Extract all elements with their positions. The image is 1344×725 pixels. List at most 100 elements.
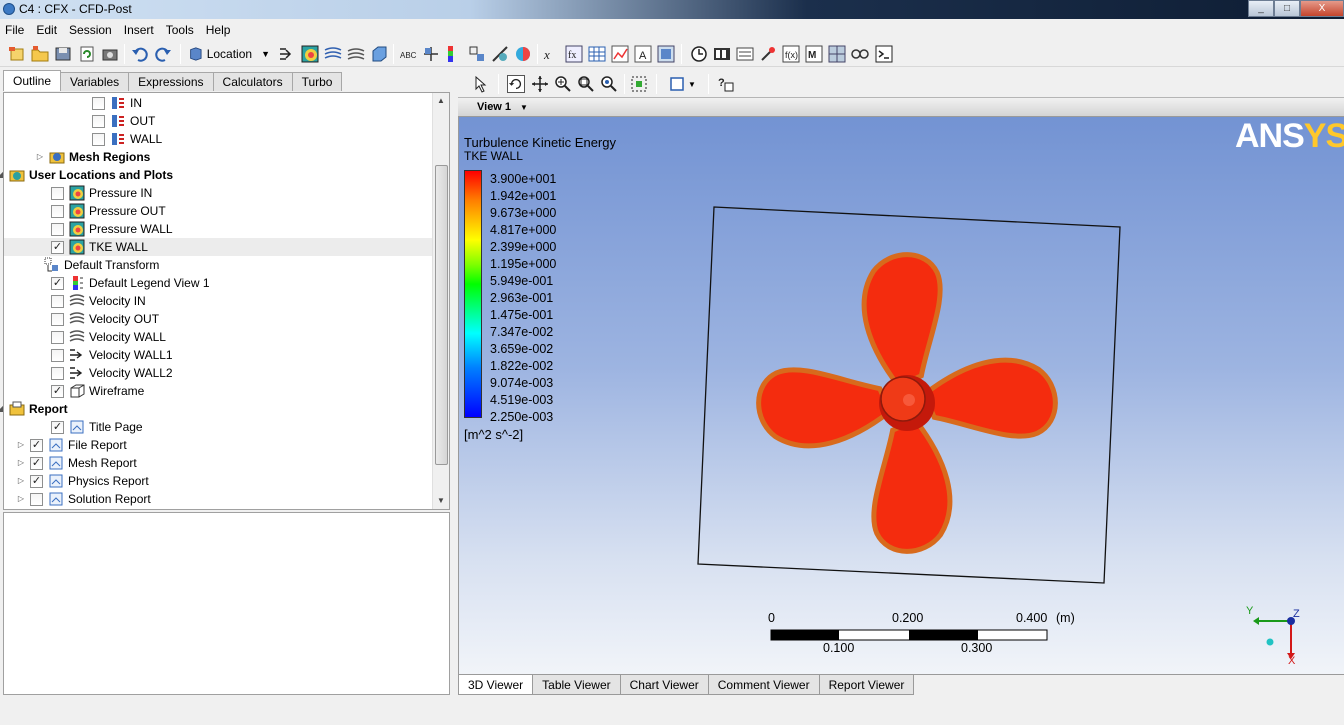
visibility-checkbox[interactable]: ✓ — [30, 438, 43, 452]
view-selector[interactable]: View 1 ▼ — [458, 97, 1344, 117]
contour-icon[interactable] — [301, 45, 319, 63]
visibility-checkbox[interactable] — [92, 96, 105, 110]
tree-item[interactable]: ▷ ✓ Mesh Report — [4, 454, 432, 472]
tab-table-viewer[interactable]: Table Viewer — [532, 675, 621, 695]
tree-item[interactable]: ◢ Report — [0, 400, 432, 418]
tree-item[interactable]: Velocity IN — [4, 292, 432, 310]
tree-item[interactable]: ◢ User Locations and Plots — [0, 166, 432, 184]
tree-item[interactable]: ▷ Mesh Regions — [4, 148, 432, 166]
variable-icon[interactable]: x — [542, 45, 560, 63]
zoom-icon[interactable] — [554, 75, 572, 93]
tree-item[interactable]: Default Transform — [4, 256, 432, 274]
command-editor-icon[interactable] — [875, 45, 893, 63]
location-dropdown[interactable]: Location ▼ — [188, 44, 270, 64]
menu-edit[interactable]: Edit — [31, 20, 64, 40]
collapse-icon[interactable]: ◢ — [0, 404, 5, 414]
clip-plane-icon[interactable] — [491, 45, 509, 63]
tree-item[interactable]: Pressure OUT — [4, 202, 432, 220]
layout-chevron-down-icon[interactable]: ▼ — [688, 80, 696, 89]
table-icon[interactable] — [588, 45, 606, 63]
visibility-checkbox[interactable] — [51, 204, 64, 218]
chart-icon[interactable] — [611, 45, 629, 63]
tab-comment-viewer[interactable]: Comment Viewer — [707, 675, 820, 695]
redo-icon[interactable] — [154, 45, 172, 63]
help-icon[interactable]: ? — [717, 75, 735, 93]
pan-icon[interactable] — [531, 75, 549, 93]
probe-icon[interactable] — [759, 45, 777, 63]
expand-icon[interactable]: ▷ — [16, 494, 26, 504]
scroll-thumb[interactable] — [435, 165, 448, 465]
menu-session[interactable]: Session — [64, 20, 119, 40]
visibility-checkbox[interactable] — [51, 312, 64, 326]
tree-item[interactable]: Velocity WALL1 — [4, 346, 432, 364]
animation-icon[interactable] — [713, 45, 731, 63]
visibility-checkbox[interactable] — [92, 114, 105, 128]
tree-item[interactable]: Pressure IN — [4, 184, 432, 202]
tab-calculators[interactable]: Calculators — [212, 72, 293, 91]
visibility-checkbox[interactable] — [51, 222, 64, 236]
coordinate-frame-icon[interactable] — [422, 45, 440, 63]
tree-item[interactable]: Velocity OUT — [4, 310, 432, 328]
tree-item[interactable]: ▷ ✓ Physics Report — [4, 472, 432, 490]
color-map-icon[interactable] — [514, 45, 532, 63]
menu-help[interactable]: Help — [201, 20, 238, 40]
tab-outline[interactable]: Outline — [3, 70, 62, 91]
tree-item[interactable]: Pressure WALL — [4, 220, 432, 238]
visibility-checkbox[interactable]: ✓ — [30, 474, 43, 488]
visibility-checkbox[interactable] — [51, 366, 64, 380]
tree-item[interactable]: OUT — [4, 112, 432, 130]
macro-calculator-icon[interactable]: M — [805, 45, 823, 63]
tab-expressions[interactable]: Expressions — [128, 72, 214, 91]
expand-icon[interactable]: ▷ — [16, 476, 26, 486]
text-icon[interactable]: ABC — [399, 45, 417, 63]
tree-item[interactable]: Velocity WALL2 — [4, 364, 432, 382]
expression-icon[interactable]: fx — [565, 45, 583, 63]
quick-editor-icon[interactable] — [736, 45, 754, 63]
menu-insert[interactable]: Insert — [119, 20, 161, 40]
streamline-icon[interactable] — [324, 45, 342, 63]
timestep-icon[interactable] — [690, 45, 708, 63]
tree-item[interactable]: ▷ ✓ File Report — [4, 436, 432, 454]
viewport-layout-icon[interactable] — [669, 75, 687, 93]
tree-scrollbar[interactable]: ▲ ▼ — [432, 93, 449, 509]
expand-icon[interactable]: ▷ — [35, 152, 45, 162]
visibility-checkbox[interactable] — [92, 132, 105, 146]
visibility-checkbox[interactable] — [30, 492, 43, 506]
expand-icon[interactable]: ▷ — [16, 440, 26, 450]
tab-variables[interactable]: Variables — [60, 72, 130, 91]
visibility-checkbox[interactable]: ✓ — [51, 420, 64, 434]
figure-icon[interactable] — [657, 45, 675, 63]
refresh-icon[interactable] — [78, 45, 96, 63]
visibility-checkbox[interactable] — [51, 294, 64, 308]
tree-item[interactable]: ▷ Solution Report — [4, 490, 432, 508]
select-icon[interactable] — [472, 75, 490, 93]
tab-turbo[interactable]: Turbo — [291, 72, 343, 91]
tree-item[interactable]: ✓ TKE WALL — [4, 238, 432, 256]
particle-track-icon[interactable] — [347, 45, 365, 63]
visibility-checkbox[interactable]: ✓ — [51, 276, 64, 290]
legend-icon[interactable] — [445, 45, 463, 63]
vector-icon[interactable] — [278, 45, 296, 63]
visibility-checkbox[interactable] — [51, 330, 64, 344]
close-button[interactable]: X — [1300, 0, 1344, 17]
case-comparison-icon[interactable] — [851, 45, 869, 63]
tree-item[interactable]: WALL — [4, 130, 432, 148]
visibility-checkbox[interactable]: ✓ — [30, 456, 43, 470]
scroll-up-icon[interactable]: ▲ — [433, 93, 449, 109]
visibility-checkbox[interactable] — [51, 186, 64, 200]
collapse-icon[interactable]: ◢ — [0, 170, 5, 180]
rotate-icon[interactable] — [507, 75, 525, 93]
instance-transform-icon[interactable] — [468, 45, 486, 63]
maximize-button[interactable]: □ — [1274, 0, 1300, 17]
volume-rendering-icon[interactable] — [370, 45, 388, 63]
tree-item[interactable]: IN — [4, 94, 432, 112]
minimize-button[interactable]: _ — [1248, 0, 1274, 17]
tree-item[interactable]: Velocity WALL — [4, 328, 432, 346]
open-file-icon[interactable] — [31, 45, 49, 63]
zoom-box-icon[interactable] — [577, 75, 595, 93]
view-chevron-down-icon[interactable]: ▼ — [520, 103, 528, 112]
tab-3d-viewer[interactable]: 3D Viewer — [458, 675, 534, 695]
tree-item[interactable]: ✓ Title Page — [4, 418, 432, 436]
visibility-checkbox[interactable]: ✓ — [51, 384, 64, 398]
load-results-icon[interactable] — [54, 45, 72, 63]
